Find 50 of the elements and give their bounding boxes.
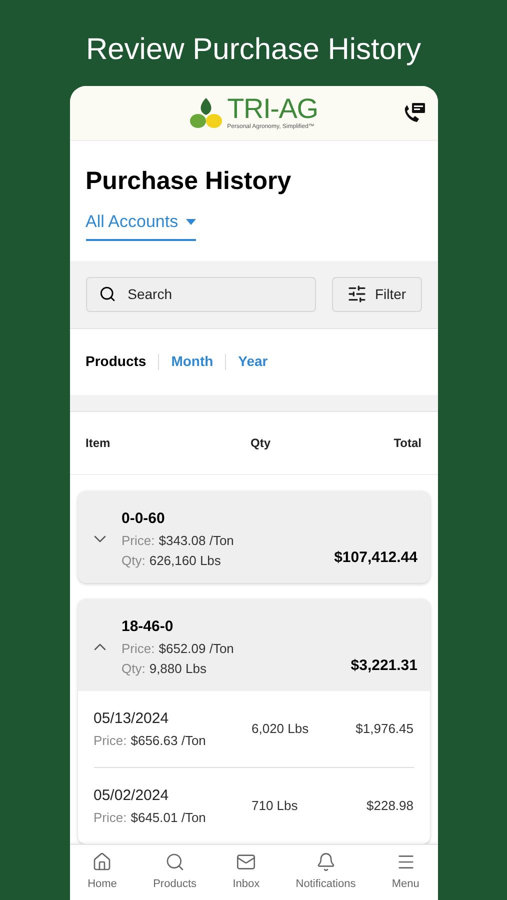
view-tab[interactable]: Products — [86, 351, 146, 372]
search-icon — [164, 852, 185, 872]
column-header: Total — [394, 434, 422, 452]
purchase-qty: 710 Lbs — [252, 796, 299, 815]
qty-value: 9,880 Lbs — [149, 660, 206, 678]
price-value: $645.01 /Ton — [130, 808, 206, 826]
purchase-total: $228.98 — [366, 796, 414, 815]
qty-label: Qty: — [122, 660, 146, 678]
column-header: Item — [86, 434, 112, 452]
price-value: $656.63 /Ton — [130, 732, 206, 750]
search-input[interactable]: Search — [128, 284, 302, 304]
product-card[interactable]: 18-46-0 Price: $652.09 /Ton Qty: 9,880 Lbs $3,221.31 05/13/2024 Price: $656.63 /Ton 6,020 Lbs $1,976.45 05/02/2024 Price: $645.01 /Ton 710 Lbs $228.98 — [78, 598, 430, 844]
caret-icon — [186, 218, 196, 225]
price-label: Price: — [122, 532, 155, 550]
sliders-icon — [346, 284, 367, 304]
product-total: $107,412.44 — [334, 548, 418, 568]
headline: Review Purchase History — [86, 32, 422, 68]
nav-item[interactable]: Products — [153, 852, 197, 893]
price-label: Price: — [94, 732, 127, 750]
purchase-date: 05/13/2024 — [94, 708, 170, 728]
view-tab[interactable]: Year — [238, 351, 268, 372]
column-header: Qty — [250, 434, 272, 452]
nav-item[interactable]: Home — [88, 852, 117, 893]
price-label: Price: — [94, 808, 127, 826]
search-icon — [98, 284, 116, 304]
logo-text: TRI-AG — [227, 95, 318, 123]
nav-item[interactable]: Menu — [392, 852, 420, 893]
account-dropdown[interactable]: All Accounts — [86, 209, 196, 240]
mail-icon — [236, 852, 256, 872]
leaves-icon — [189, 96, 224, 130]
qty-label: Qty: — [122, 552, 146, 570]
bell-icon — [316, 852, 336, 872]
purchase-qty: 6,020 Lbs — [252, 720, 310, 738]
nav-item[interactable]: Notifications — [296, 852, 356, 893]
price-label: Price: — [122, 640, 155, 658]
page-title: Purchase History — [86, 166, 292, 197]
price-value: $652.09 /Ton — [158, 640, 234, 658]
product-name: 18-46-0 — [122, 616, 174, 636]
product-name: 0-0-60 — [122, 508, 166, 528]
product-card[interactable]: 0-0-60 Price: $343.08 /Ton Qty: 626,160 Lbs $107,412.44 — [78, 490, 430, 582]
home-icon — [92, 852, 112, 872]
nav-item[interactable]: Inbox — [232, 852, 260, 893]
purchase-total: $1,976.45 — [356, 720, 414, 738]
purchase-date: 05/02/2024 — [94, 786, 170, 806]
product-total: $3,221.31 — [350, 656, 418, 676]
qty-value: 626,160 Lbs — [149, 552, 221, 570]
search-field[interactable]: Search — [86, 276, 316, 312]
filter-button[interactable]: Filter — [332, 276, 422, 312]
view-tab[interactable]: Month — [171, 351, 214, 372]
price-value: $343.08 /Ton — [158, 532, 234, 550]
